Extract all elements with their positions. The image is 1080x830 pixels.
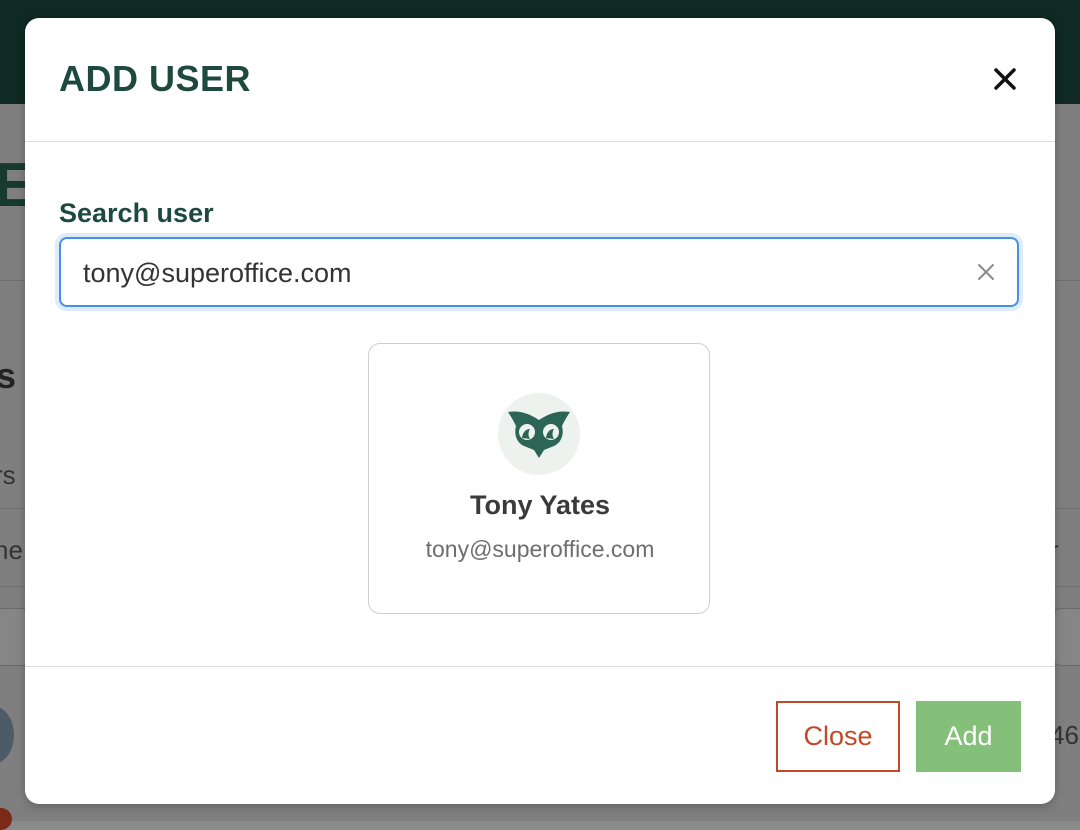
dialog-body: Search user Tony Ya [25, 142, 1055, 666]
user-name: Tony Yates [469, 490, 611, 520]
background-section-title: s [0, 355, 17, 396]
close-icon[interactable] [988, 62, 1022, 96]
search-user-label: Search user [59, 198, 214, 228]
add-user-dialog: ADD USER Search user tony@superoffice.co… [25, 18, 1055, 804]
user-email: tony@superoffice.com [425, 536, 655, 562]
clear-icon[interactable] [973, 259, 999, 285]
background-subtext: rs [0, 460, 16, 490]
dialog-header: ADD USER [25, 18, 1055, 142]
owl-avatar-icon [498, 393, 580, 475]
user-result-card[interactable]: Tony Yates tony@superoffice.com [368, 343, 710, 614]
background-filter-input [0, 608, 28, 666]
background-filter-input [1054, 608, 1080, 666]
close-button[interactable]: Close [776, 701, 900, 772]
add-button[interactable]: Add [916, 701, 1021, 772]
search-user-input[interactable] [81, 239, 945, 307]
background-column-header: ne [0, 535, 23, 565]
dialog-footer: Close Add [25, 666, 1055, 804]
dialog-title: ADD USER [59, 58, 252, 99]
search-box [59, 237, 1019, 307]
